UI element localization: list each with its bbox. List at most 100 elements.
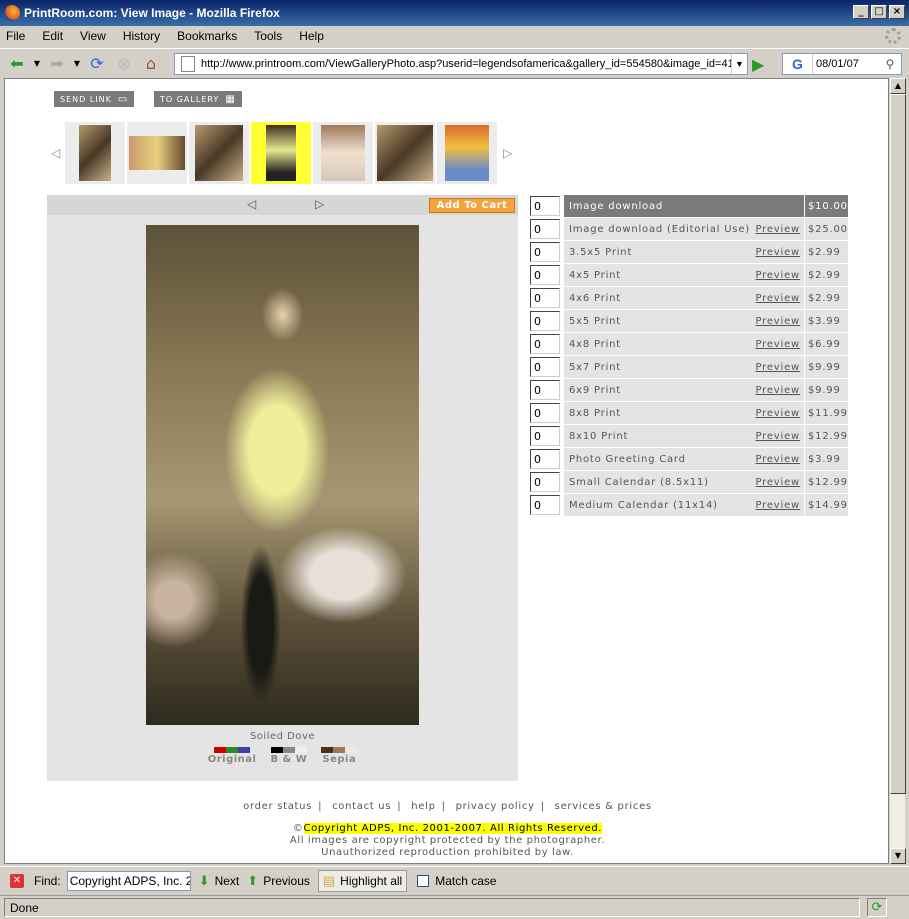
preview-link[interactable]: Preview <box>755 224 800 235</box>
reload-icon[interactable]: ⟳ <box>86 53 108 75</box>
preview-link[interactable]: Preview <box>755 293 800 304</box>
link-contact-us[interactable]: contact us <box>332 801 391 812</box>
find-label: Find: <box>34 873 61 888</box>
thumbnail[interactable] <box>313 122 373 184</box>
copyright-line-2: All images are copyright protected by th… <box>289 835 606 846</box>
to-gallery-button[interactable]: TO GALLERY ▦ <box>154 91 242 107</box>
product-name-cell: 4x8 Print Preview <box>564 333 804 355</box>
close-button[interactable]: × <box>889 5 905 19</box>
link-order-status[interactable]: order status <box>243 801 312 812</box>
match-case-checkbox[interactable] <box>417 874 430 887</box>
vertical-scrollbar[interactable]: ▲ ▼ <box>889 78 906 864</box>
product-price: $2.99 <box>804 241 848 263</box>
preview-link[interactable]: Preview <box>755 408 800 419</box>
find-previous-label: Previous <box>263 873 310 888</box>
qty-cell <box>530 333 564 355</box>
send-link-button[interactable]: SEND LINK ▭ <box>54 91 135 107</box>
thumbnail-selected[interactable] <box>251 122 311 184</box>
product-row: Image download $10.00 <box>530 195 848 218</box>
back-icon[interactable]: ⬅ <box>6 53 28 75</box>
quantity-input[interactable] <box>530 380 560 400</box>
thumbs-prev-icon[interactable]: ◁ <box>51 146 65 160</box>
find-previous-button[interactable]: ⬆ Previous <box>247 873 310 889</box>
product-row: 4x6 Print Preview $2.99 <box>530 287 848 310</box>
update-icon[interactable]: ⟳ <box>867 898 887 917</box>
quantity-input[interactable] <box>530 311 560 331</box>
quantity-input[interactable] <box>530 472 560 492</box>
quantity-input[interactable] <box>530 449 560 469</box>
go-icon[interactable]: ▶ <box>752 55 770 74</box>
preview-link[interactable]: Preview <box>755 362 800 373</box>
link-help[interactable]: help <box>411 801 435 812</box>
quantity-input[interactable] <box>530 357 560 377</box>
quantity-input[interactable] <box>530 219 560 239</box>
quantity-input[interactable] <box>530 196 560 216</box>
menu-history[interactable]: History <box>123 29 160 43</box>
quantity-input[interactable] <box>530 403 560 423</box>
url-text[interactable]: http://www.printroom.com/ViewGalleryPhot… <box>201 58 731 70</box>
thumbnail[interactable] <box>127 122 187 184</box>
highlight-all-button[interactable]: ▤ Highlight all <box>317 869 408 892</box>
search-icon[interactable]: ⚲ <box>879 57 901 71</box>
home-icon[interactable]: ⌂ <box>140 53 162 75</box>
preview-link[interactable]: Preview <box>755 454 800 465</box>
product-name-cell: Small Calendar (8.5x11) Preview <box>564 471 804 493</box>
menu-help[interactable]: Help <box>299 29 324 43</box>
forward-dropdown-icon[interactable]: ▼ <box>73 53 81 75</box>
add-to-cart-button[interactable]: Add To Cart <box>429 198 515 213</box>
maximize-button[interactable]: □ <box>871 5 887 19</box>
quantity-input[interactable] <box>530 426 560 446</box>
swatch-bw[interactable]: B & W <box>270 747 307 765</box>
menu-file[interactable]: File <box>6 29 25 43</box>
quantity-input[interactable] <box>530 288 560 308</box>
search-box[interactable]: G 08/01/07 ⚲ <box>782 53 902 75</box>
preview-link[interactable]: Preview <box>755 385 800 396</box>
preview-link[interactable]: Preview <box>755 500 800 511</box>
forward-icon[interactable]: ➡ <box>46 53 68 75</box>
preview-link[interactable]: Preview <box>755 247 800 258</box>
preview-link[interactable]: Preview <box>755 477 800 488</box>
qty-cell <box>530 379 564 401</box>
preview-link[interactable]: Preview <box>755 339 800 350</box>
thumbnail[interactable] <box>437 122 497 184</box>
find-input[interactable] <box>66 870 191 891</box>
menu-bookmarks[interactable]: Bookmarks <box>177 29 237 43</box>
quantity-input[interactable] <box>530 242 560 262</box>
stop-icon[interactable]: ⊗ <box>113 53 135 75</box>
throbber-icon <box>885 28 901 44</box>
link-privacy-policy[interactable]: privacy policy <box>456 801 535 812</box>
back-dropdown-icon[interactable]: ▼ <box>33 53 41 75</box>
thumbnail[interactable] <box>189 122 249 184</box>
preview-link[interactable]: Preview <box>755 431 800 442</box>
quantity-input[interactable] <box>530 334 560 354</box>
product-name: 6x9 Print <box>569 384 622 396</box>
thumbnail[interactable] <box>375 122 435 184</box>
menu-view[interactable]: View <box>80 29 106 43</box>
swatch-original[interactable]: Original <box>208 747 257 765</box>
menu-edit[interactable]: Edit <box>42 29 63 43</box>
thumbs-next-icon[interactable]: ▷ <box>503 146 517 160</box>
menu-tools[interactable]: Tools <box>254 29 282 43</box>
search-input[interactable]: 08/01/07 <box>813 58 879 70</box>
link-services-prices[interactable]: services & prices <box>555 801 652 812</box>
product-row: Medium Calendar (11x14) Preview $14.99 <box>530 494 848 517</box>
url-dropdown-icon[interactable]: ▼ <box>731 54 747 74</box>
google-icon[interactable]: G <box>783 54 813 74</box>
thumbnail[interactable] <box>65 122 125 184</box>
quantity-input[interactable] <box>530 265 560 285</box>
url-bar[interactable]: http://www.printroom.com/ViewGalleryPhot… <box>174 53 748 75</box>
preview-link[interactable]: Preview <box>755 270 800 281</box>
preview-link[interactable]: Preview <box>755 316 800 327</box>
scroll-down-icon[interactable]: ▼ <box>890 848 906 864</box>
close-find-icon[interactable]: ✕ <box>10 873 24 888</box>
product-name-cell: 8x8 Print Preview <box>564 402 804 424</box>
quantity-input[interactable] <box>530 495 560 515</box>
next-image-icon[interactable]: ▷ <box>315 197 324 211</box>
scrollbar-thumb[interactable] <box>890 94 906 794</box>
scroll-up-icon[interactable]: ▲ <box>890 78 906 94</box>
prev-image-icon[interactable]: ◁ <box>247 197 256 211</box>
find-next-button[interactable]: ⬇ Next <box>199 873 240 889</box>
swatch-sepia[interactable]: Sepia <box>321 747 358 765</box>
product-row: 8x8 Print Preview $11.99 <box>530 402 848 425</box>
minimize-button[interactable]: _ <box>853 5 869 19</box>
